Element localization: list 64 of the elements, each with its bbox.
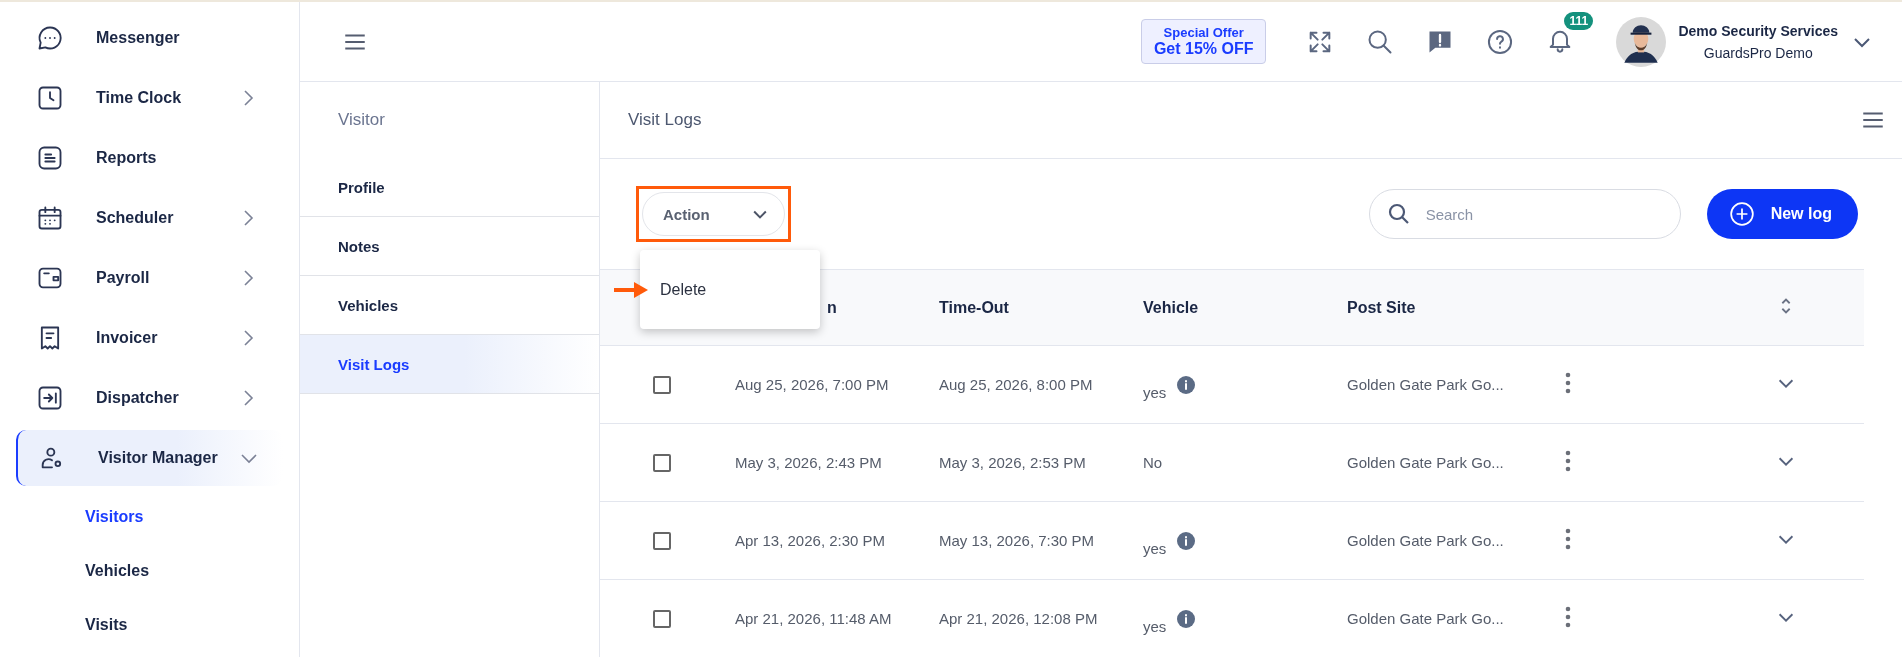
help-icon[interactable] [1486,27,1515,56]
row-checkbox[interactable] [653,453,671,472]
sidebar-item[interactable]: Reports [16,130,283,186]
subnav-item[interactable]: Notes [300,217,599,276]
more-icon[interactable] [1565,606,1571,628]
sidebar-subitem[interactable]: Vehicles [0,544,150,598]
sidebar-item[interactable]: Invoicer [16,310,283,366]
time-in-cell: May 3, 2026, 2:43 PM [735,454,882,471]
info-icon[interactable] [1176,530,1197,551]
plus-icon [1728,201,1755,227]
sidebar-item[interactable]: Dispatcher [16,370,283,426]
subnav-item[interactable]: Visit Logs [300,335,599,394]
time-out-cell: Apr 21, 2026, 12:08 PM [939,610,1098,627]
sidebar-icon [36,84,64,112]
action-dropdown[interactable]: Action [642,192,785,236]
more-icon[interactable] [1565,450,1571,472]
subnav-item[interactable]: Profile [300,158,599,217]
vehicle-cell: yes [1143,540,1167,557]
offer-title: Special Offer [1163,25,1244,40]
sidebar-icon [36,24,64,52]
offer-badge[interactable]: Special Offer Get 15% OFF [1140,19,1267,64]
section-title: Visitor [337,109,386,131]
sidebar-item[interactable]: Time Clock [16,70,283,126]
row-checkbox[interactable] [653,375,671,394]
sidebar-icon [36,144,64,172]
info-icon[interactable] [1176,374,1197,395]
sidebar-icon [36,204,64,232]
column-header: Vehicle [1143,298,1199,316]
post-site-cell: Golden Gate Park Go... [1347,376,1504,393]
sidebar-subitem[interactable]: Visits [0,598,128,652]
time-out-cell: Aug 25, 2026, 8:00 PM [939,376,1093,393]
sidebar-item[interactable]: Payroll [16,250,283,306]
page-title: Visit Logs [628,110,703,130]
offer-discount: Get 15% OFF [1153,40,1254,58]
column-header: n [827,298,837,317]
sidebar-icon [36,384,64,412]
company-name: GuardsPro Demo [1703,44,1813,61]
post-site-cell: Golden Gate Park Go... [1347,610,1504,627]
menu-item[interactable]: Delete [660,280,707,299]
vehicle-cell: No [1143,454,1163,471]
time-in-cell: Aug 25, 2026, 7:00 PM [735,376,889,393]
user-name: Demo Security Services [1678,22,1838,39]
sidebar-subitem[interactable]: Visitors [0,490,144,544]
search-field[interactable]: Search [1368,189,1681,239]
sidebar-item[interactable]: Scheduler [16,190,283,246]
vehicle-cell: yes [1143,618,1167,635]
new-log-button[interactable]: New log [1706,189,1858,239]
more-icon[interactable] [1565,372,1571,394]
row-checkbox[interactable] [653,609,671,628]
post-site-cell: Golden Gate Park Go... [1347,454,1504,471]
time-out-cell: May 3, 2026, 2:53 PM [939,454,1086,471]
info-icon[interactable] [1176,608,1197,629]
row-checkbox[interactable] [653,531,671,550]
time-out-cell: May 13, 2026, 7:30 PM [939,532,1095,549]
post-site-cell: Golden Gate Park Go... [1347,532,1504,549]
column-header: Time-Out [939,298,1009,316]
search-icon [1386,202,1411,226]
time-in-cell: Apr 13, 2026, 2:30 PM [735,532,886,549]
notification-badge: 111 [1564,11,1594,30]
sidebar-item[interactable]: Messenger [16,10,283,66]
vehicle-cell: yes [1143,384,1167,401]
time-in-cell: Apr 21, 2026, 11:48 AM [735,610,892,627]
column-header: Post Site [1347,298,1416,316]
more-icon[interactable] [1565,528,1571,550]
